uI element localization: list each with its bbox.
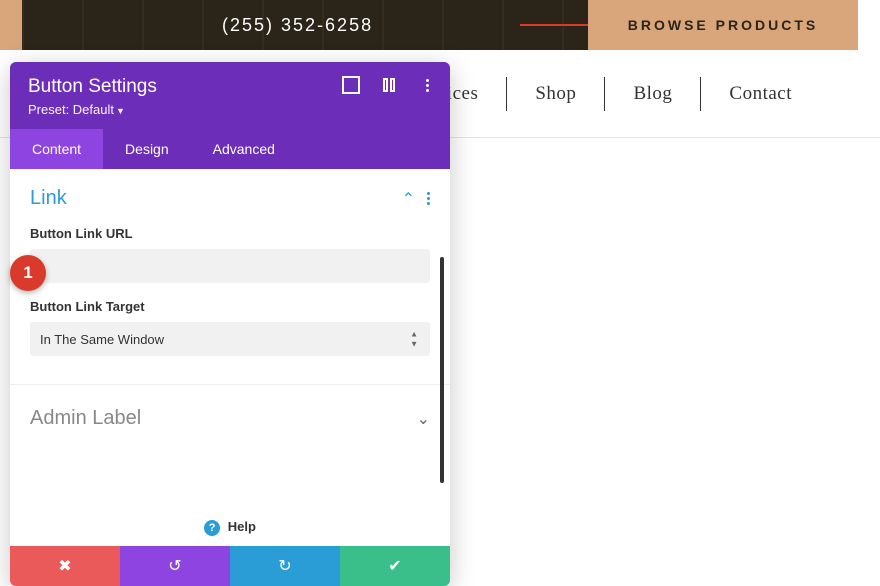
button-link-target-select[interactable]: In The Same Window xyxy=(30,322,430,356)
undo-button[interactable]: ↺ xyxy=(120,546,230,586)
columns-icon[interactable] xyxy=(380,76,398,94)
redo-button[interactable]: ↻ xyxy=(230,546,340,586)
link-section-title[interactable]: Link xyxy=(30,187,67,210)
help-link[interactable]: ? Help xyxy=(10,509,450,546)
banner-edge-left xyxy=(0,0,22,50)
select-arrows-icon: ▲▼ xyxy=(410,330,418,349)
target-selected-value: In The Same Window xyxy=(40,332,164,347)
tab-content[interactable]: Content xyxy=(10,129,103,169)
panel-header[interactable]: Button Settings Preset: Default▼ xyxy=(10,62,450,129)
more-menu-icon[interactable] xyxy=(418,76,436,94)
caret-down-icon: ▼ xyxy=(116,106,125,116)
save-button[interactable]: ✔ xyxy=(340,546,450,586)
button-link-url-input[interactable] xyxy=(30,249,430,283)
section-more-icon[interactable] xyxy=(427,192,430,205)
panel-body: Link ⌃ Button Link URL Button Link Targe… xyxy=(10,169,450,509)
admin-label-title[interactable]: Admin Label xyxy=(30,407,141,430)
browse-products-button[interactable]: BROWSE PRODUCTS xyxy=(588,0,858,50)
admin-label-section: Admin Label ⌄ xyxy=(10,385,450,452)
scrollbar[interactable] xyxy=(440,257,444,483)
target-field-label: Button Link Target xyxy=(30,299,430,314)
help-icon: ? xyxy=(204,520,220,536)
annotation-badge-1: 1 xyxy=(10,255,46,291)
expand-icon[interactable] xyxy=(342,76,360,94)
preset-label: Preset: Default xyxy=(28,102,114,117)
phone-number: (255) 352-6258 xyxy=(222,15,373,36)
cancel-button[interactable]: ✖ xyxy=(10,546,120,586)
badge-number: 1 xyxy=(23,263,32,283)
nav-blog[interactable]: Blog xyxy=(605,77,701,111)
nav-contact[interactable]: Contact xyxy=(701,77,820,111)
action-bar: ✖ ↺ ↻ ✔ xyxy=(10,546,450,586)
top-banner: (255) 352-6258 BROWSE PRODUCTS xyxy=(22,0,858,50)
nav-shop[interactable]: Shop xyxy=(507,77,605,111)
link-section: Link ⌃ Button Link URL Button Link Targe… xyxy=(10,169,450,385)
help-label: Help xyxy=(228,519,256,534)
url-field-label: Button Link URL xyxy=(30,226,430,241)
expand-icon[interactable]: ⌄ xyxy=(417,409,430,429)
button-settings-panel: Button Settings Preset: Default▼ Content… xyxy=(10,62,450,586)
browse-products-label: BROWSE PRODUCTS xyxy=(628,17,818,33)
settings-tabs: Content Design Advanced xyxy=(10,129,450,169)
preset-dropdown[interactable]: Preset: Default▼ xyxy=(28,102,432,117)
collapse-icon[interactable]: ⌃ xyxy=(402,189,415,209)
tab-advanced[interactable]: Advanced xyxy=(191,129,297,169)
tab-design[interactable]: Design xyxy=(103,129,191,169)
